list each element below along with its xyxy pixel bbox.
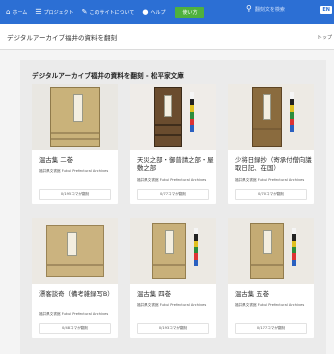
nav-project[interactable]: ☰ プロジェクト <box>35 7 74 16</box>
project-header: デジタルアーカイブ福井の資料を翻刻 トップ <box>0 24 334 50</box>
document-title[interactable]: 温古集 二巻 <box>39 156 117 164</box>
document-thumbnail <box>228 218 314 284</box>
document-card[interactable]: 天災之部・御普請之部・屋敷之部 福井県文書館 Fukui Prefectural… <box>130 84 216 204</box>
project-title: デジタルアーカイブ福井の資料を翻刻 <box>7 33 117 42</box>
transcription-progress-link[interactable]: 0/70コマが翻刻 <box>235 189 307 200</box>
nav-help[interactable]: ● ヘルプ <box>142 7 166 16</box>
transcription-progress-link[interactable]: 0/195コマが翻刻 <box>39 189 111 200</box>
archive-name: 福井県文書館 Fukui Prefectural Archives <box>137 178 207 182</box>
transcription-progress-link[interactable]: 0/77コマが翻刻 <box>137 189 209 200</box>
document-title[interactable]: 少将日録抄（寄承付僧向議取日記、在国） <box>235 156 313 173</box>
document-card[interactable]: 温古集 二巻 福井県文書館 Fukui Prefectural Archives… <box>32 84 118 204</box>
color-calibration-bar <box>194 228 198 266</box>
document-title[interactable]: 温古集 五巻 <box>235 290 313 298</box>
document-thumbnail <box>32 218 118 284</box>
nav-about[interactable]: ✎ このサイトについて <box>81 7 135 16</box>
home-icon: ⌂ <box>6 7 11 16</box>
nav-home[interactable]: ⌂ ホーム <box>6 7 28 16</box>
archive-name: 福井県文書館 Fukui Prefectural Archives <box>235 303 305 307</box>
archive-name: 福井県文書館 Fukui Prefectural Archives <box>235 178 305 182</box>
top-navbar: ⌂ ホーム ☰ プロジェクト ✎ このサイトについて ● ヘルプ 使い方 ⚲ 翻… <box>0 0 334 24</box>
search-box[interactable]: ⚲ 翻刻文を検索 <box>246 5 285 13</box>
document-thumbnail <box>228 84 314 150</box>
document-card[interactable]: 少将日録抄（寄承付僧向議取日記、在国） 福井県文書館 Fukui Prefect… <box>228 84 314 204</box>
top-link[interactable]: トップ <box>317 34 332 41</box>
document-thumbnail <box>130 84 216 150</box>
section-title: デジタルアーカイブ福井の資料を翻刻 - 松平家文庫 <box>32 72 184 80</box>
archive-name: 福井県文書館 Fukui Prefectural Archives <box>39 169 109 173</box>
help-icon: ● <box>142 7 149 16</box>
list-icon: ☰ <box>35 7 42 16</box>
transcription-progress-link[interactable]: 0/177コマが翻刻 <box>235 323 307 334</box>
document-card[interactable]: 漂客談奇（備考雑録写B） 福井県文書館 Fukui Prefectural Ar… <box>32 218 118 338</box>
color-calibration-bar <box>190 92 194 133</box>
transcription-progress-link[interactable]: 0/48コマが翻刻 <box>39 323 111 334</box>
search-icon: ⚲ <box>246 4 252 13</box>
transcription-progress-link[interactable]: 0/193コマが翻刻 <box>137 323 209 334</box>
document-card[interactable]: 温古集 四巻 福井県文書館 Fukui Prefectural Archives… <box>130 218 216 338</box>
archive-name: 福井県文書館 Fukui Prefectural Archives <box>137 303 207 307</box>
nav-about-label: このサイトについて <box>89 9 135 16</box>
color-calibration-bar <box>290 92 294 133</box>
search-placeholder[interactable]: 翻刻文を検索 <box>255 6 285 13</box>
collection-panel: デジタルアーカイブ福井の資料を翻刻 - 松平家文庫 温古集 二巻 福井県文書館 … <box>20 60 326 354</box>
color-calibration-bar <box>292 228 296 266</box>
document-card[interactable]: 温古集 五巻 福井県文書館 Fukui Prefectural Archives… <box>228 218 314 338</box>
nav-project-label: プロジェクト <box>43 9 74 16</box>
pencil-icon: ✎ <box>81 7 88 16</box>
archive-name: 福井県文書館 Fukui Prefectural Archives <box>39 312 109 316</box>
document-title[interactable]: 温古集 四巻 <box>137 290 215 298</box>
how-to-button[interactable]: 使い方 <box>175 6 205 18</box>
nav-home-label: ホーム <box>12 9 28 16</box>
document-title[interactable]: 漂客談奇（備考雑録写B） <box>39 290 117 298</box>
document-thumbnail <box>32 84 118 150</box>
nav-help-label: ヘルプ <box>150 9 166 16</box>
language-toggle[interactable]: EN <box>320 6 332 14</box>
document-thumbnail <box>130 218 216 284</box>
document-title[interactable]: 天災之部・御普請之部・屋敷之部 <box>137 156 215 173</box>
